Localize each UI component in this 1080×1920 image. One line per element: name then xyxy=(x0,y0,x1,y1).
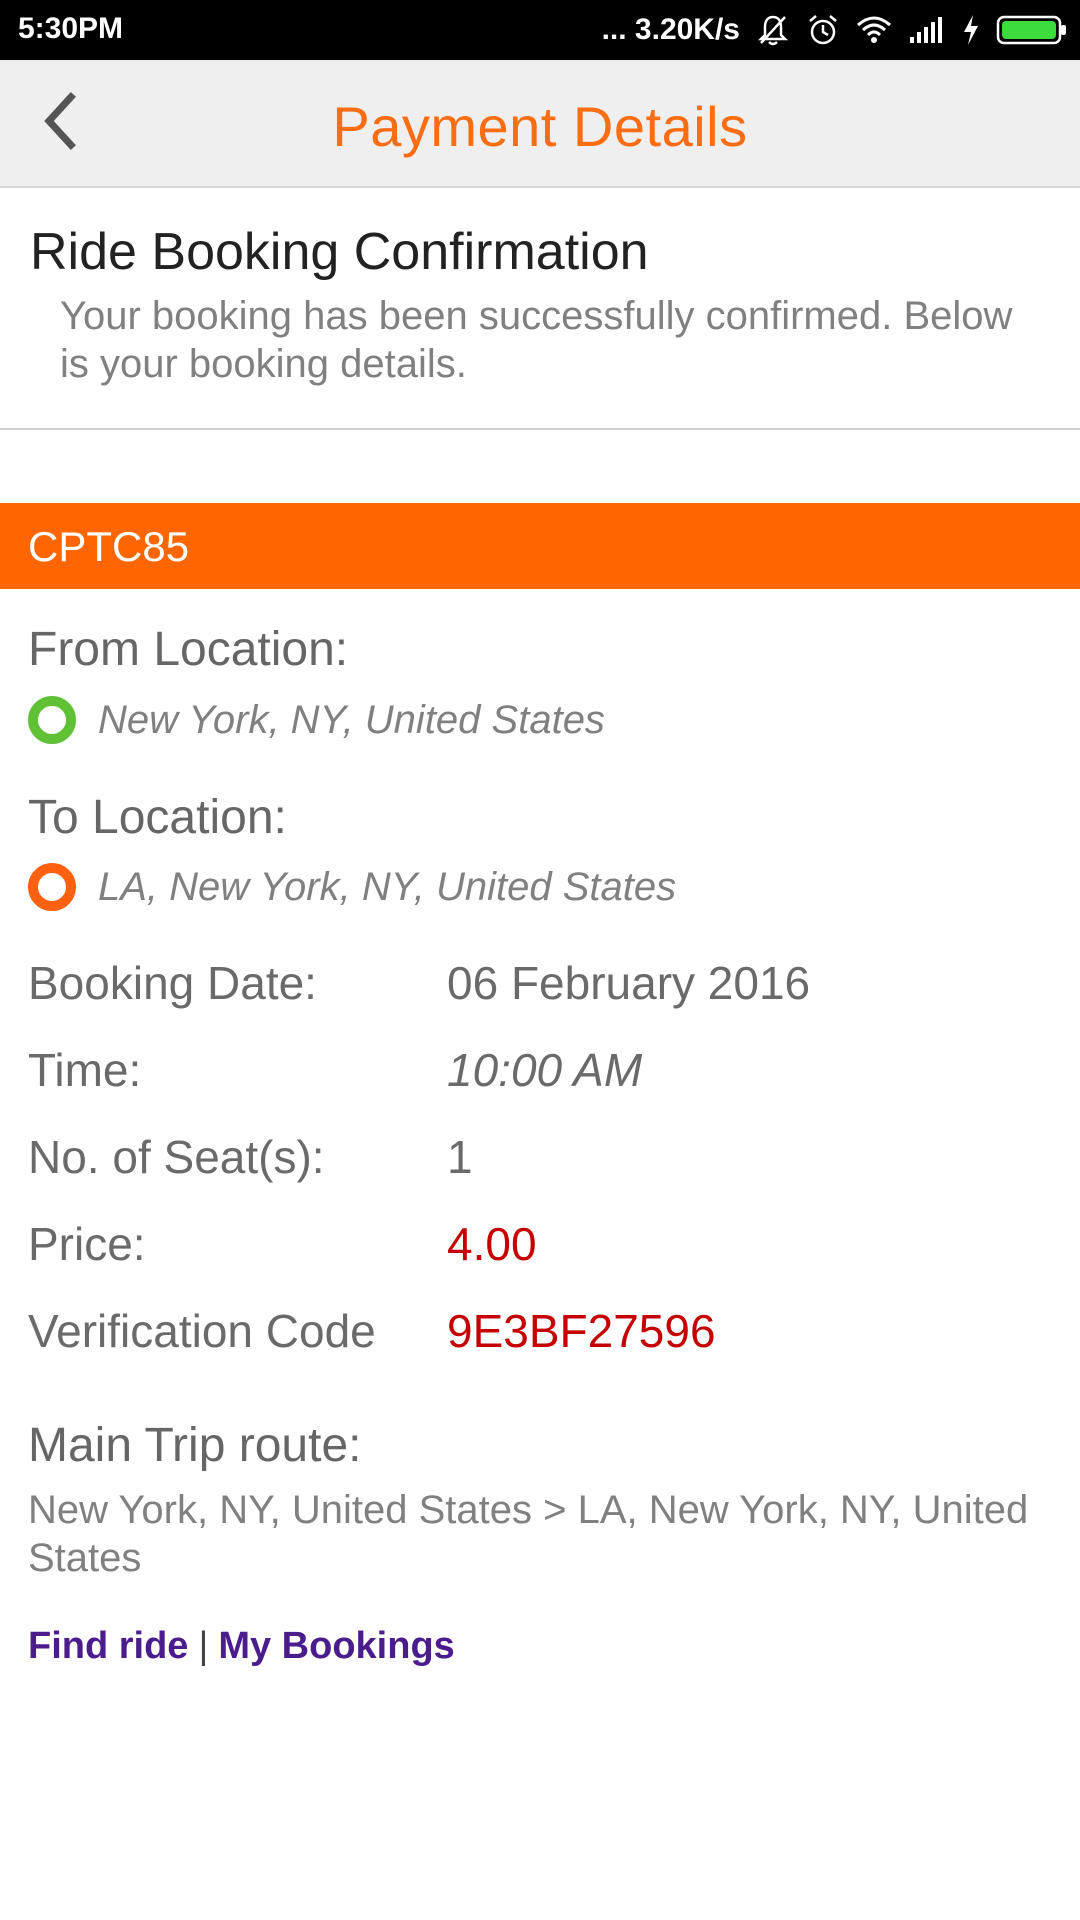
route-label: Main Trip route: xyxy=(28,1419,362,1472)
confirmation-message: Your booking has been successfully confi… xyxy=(60,294,1013,386)
section-divider xyxy=(0,428,1080,430)
battery-icon xyxy=(996,14,1068,46)
app-header: Payment Details xyxy=(0,60,1080,188)
destination-marker-icon xyxy=(28,863,76,911)
verification-code-label: Verification Code xyxy=(28,1305,376,1357)
to-location-label: To Location: xyxy=(28,791,287,844)
price-label: Price: xyxy=(28,1218,146,1270)
time-label: Time: xyxy=(28,1044,142,1096)
seats-value: 1 xyxy=(447,1131,473,1183)
price-value: 4.00 xyxy=(447,1218,537,1270)
from-location-label: From Location: xyxy=(28,623,349,676)
verification-code-value: 9E3BF27596 xyxy=(447,1305,716,1357)
seats-label: No. of Seat(s): xyxy=(28,1131,325,1183)
footer-links: Find ride | My Bookings xyxy=(28,1625,455,1668)
from-location-row: New York, NY, United States xyxy=(28,696,605,744)
find-ride-link[interactable]: Find ride xyxy=(28,1625,188,1667)
to-location-value: LA, New York, NY, United States xyxy=(98,864,677,909)
booking-code: CPTC85 xyxy=(28,523,190,570)
to-location-row: LA, New York, NY, United States xyxy=(28,863,676,911)
network-speed: ... 3.20K/s xyxy=(601,13,740,46)
origin-marker-icon xyxy=(28,696,76,744)
from-location-value: New York, NY, United States xyxy=(98,697,605,742)
charging-icon xyxy=(962,14,980,46)
status-bar: 5:30PM ... 3.20K/s xyxy=(0,0,1080,60)
page-title: Payment Details xyxy=(332,95,748,158)
alarm-icon xyxy=(806,13,840,47)
wifi-icon xyxy=(856,15,892,45)
link-separator: | xyxy=(198,1625,209,1667)
time-value: 10:00 AM xyxy=(447,1044,643,1096)
my-bookings-link[interactable]: My Bookings xyxy=(218,1625,454,1667)
status-icons: ... 3.20K/s xyxy=(602,8,1068,52)
confirmation-title: Ride Booking Confirmation xyxy=(30,223,649,281)
bell-off-icon xyxy=(756,13,790,47)
booking-date-value: 06 February 2016 xyxy=(447,957,811,1009)
status-time: 5:30PM xyxy=(18,12,124,45)
signal-icon xyxy=(908,15,946,45)
route-value: New York, NY, United States > LA, New Yo… xyxy=(28,1488,1029,1580)
booking-code-banner: CPTC85 xyxy=(0,503,1080,589)
booking-date-label: Booking Date: xyxy=(28,957,317,1009)
